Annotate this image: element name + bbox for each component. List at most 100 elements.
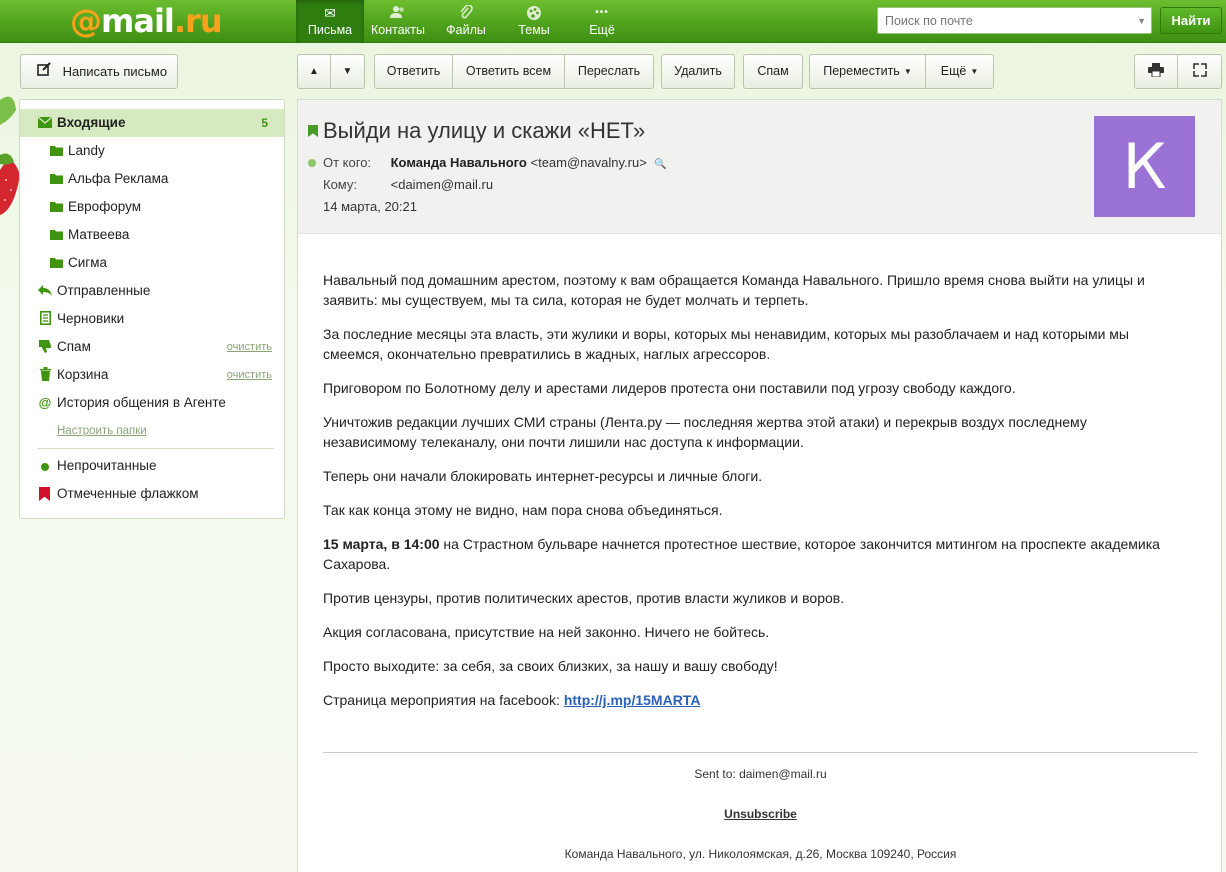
compose-button[interactable]: Написать письмо bbox=[20, 54, 178, 89]
contacts-icon bbox=[364, 5, 432, 21]
clean-spam-link[interactable]: очистить bbox=[227, 333, 272, 361]
body-paragraph: Просто выходите: за себя, за своих близк… bbox=[323, 658, 778, 674]
expand-icon bbox=[1192, 63, 1207, 77]
at-sign-icon: @ bbox=[38, 395, 52, 410]
sender-name[interactable]: Команда Навального bbox=[391, 155, 527, 170]
clean-trash-link[interactable]: очистить bbox=[227, 361, 272, 389]
envelope-icon: ✉ bbox=[324, 5, 336, 21]
palette-icon bbox=[500, 5, 568, 21]
reply-button[interactable]: Ответить bbox=[374, 54, 453, 89]
prev-message-button[interactable]: ▲ bbox=[297, 54, 331, 89]
folder-icon bbox=[48, 249, 64, 277]
folder-spam[interactable]: Спам очистить bbox=[20, 333, 284, 361]
body-paragraph: Навальный под домашним арестом, поэтому … bbox=[323, 272, 1145, 308]
pencil-icon bbox=[37, 55, 53, 88]
folder-icon bbox=[48, 165, 64, 193]
folder-icon bbox=[48, 221, 64, 249]
body-paragraph: За последние месяцы эта власть, эти жули… bbox=[323, 326, 1129, 362]
recipient-email[interactable]: <daimen@mail.ru bbox=[391, 177, 493, 192]
unread-count: 5 bbox=[261, 116, 268, 130]
move-button[interactable]: Переместить ▼ bbox=[809, 54, 926, 89]
facebook-paragraph: Страница мероприятия на facebook: http:/… bbox=[323, 692, 701, 708]
chevron-down-icon[interactable]: ▼ bbox=[1137, 16, 1146, 26]
message-date: 14 марта, 20:21 bbox=[323, 199, 417, 214]
flag-icon bbox=[39, 487, 50, 501]
to-row: Кому: <daimen@mail.ru bbox=[323, 177, 494, 192]
search-input[interactable] bbox=[878, 8, 1128, 33]
thumbs-down-icon bbox=[37, 333, 53, 361]
paperclip-icon bbox=[432, 4, 500, 21]
unsubscribe-link[interactable]: Unsubscribe bbox=[323, 807, 1198, 821]
folder-icon bbox=[48, 193, 64, 221]
nav-themes[interactable]: Темы bbox=[500, 0, 568, 43]
arrow-down-icon: ▼ bbox=[342, 66, 353, 77]
folder-agent-history[interactable]: @ История общения в Агенте bbox=[20, 389, 284, 417]
draft-icon bbox=[37, 305, 53, 333]
facebook-event-link[interactable]: http://j.mp/15MARTA bbox=[564, 692, 701, 708]
search-button[interactable]: Найти bbox=[1160, 7, 1222, 34]
more-actions-button[interactable]: Ещё ▼ bbox=[925, 54, 994, 89]
next-message-button[interactable]: ▼ bbox=[330, 54, 365, 89]
folder-list: Входящие 5 Landy Альфа Реклама Еврофорум… bbox=[19, 99, 285, 519]
folder-sent[interactable]: Отправленные bbox=[20, 277, 284, 305]
body-paragraph: Приговором по Болотному делу и арестами … bbox=[323, 380, 1016, 396]
delete-button[interactable]: Удалить bbox=[661, 54, 735, 89]
magnifier-icon[interactable]: 🔍 bbox=[654, 159, 666, 170]
footer-divider bbox=[323, 752, 1198, 753]
nav-letters[interactable]: ✉ Письма bbox=[296, 0, 364, 43]
folder-landy[interactable]: Landy bbox=[20, 137, 284, 165]
nav-contacts[interactable]: Контакты bbox=[364, 0, 432, 43]
fullscreen-button[interactable] bbox=[1177, 54, 1222, 89]
message-subject: Выйди на улицу и скажи «НЕТ» bbox=[323, 118, 646, 143]
body-paragraph: Уничтожив редакции лучших СМИ страны (Ле… bbox=[323, 414, 1087, 450]
folder-inbox[interactable]: Входящие 5 bbox=[20, 109, 284, 137]
folder-euroforum[interactable]: Еврофорум bbox=[20, 193, 284, 221]
filter-unread[interactable]: Непрочитанные bbox=[20, 452, 284, 480]
trash-icon bbox=[37, 361, 53, 389]
sender-address: Команда Навального, ул. Николоямская, д.… bbox=[564, 847, 957, 861]
message-toolbar: ▲ ▼ Ответить Ответить всем Переслать Уда… bbox=[297, 54, 1222, 89]
sender-email[interactable]: <team@navalny.ru> bbox=[530, 155, 646, 170]
top-bar: @mail.ru ✉ Письма Контакты Файлы Темы ••… bbox=[0, 0, 1226, 43]
folder-drafts[interactable]: Черновики bbox=[20, 305, 284, 333]
from-row: От кого: Команда Навального <team@navaln… bbox=[323, 155, 667, 170]
nav-more[interactable]: ••• Ещё bbox=[568, 0, 636, 43]
print-button[interactable] bbox=[1134, 54, 1178, 89]
mailru-logo[interactable]: @mail.ru bbox=[70, 2, 223, 40]
strawberry-decoration bbox=[0, 96, 20, 215]
sender-avatar: К bbox=[1094, 116, 1195, 217]
filter-flagged[interactable]: Отмеченные флажком bbox=[20, 480, 284, 508]
caret-down-icon: ▼ bbox=[903, 67, 912, 76]
spam-button[interactable]: Спам bbox=[743, 54, 803, 89]
folder-alfa-reklama[interactable]: Альфа Реклама bbox=[20, 165, 284, 193]
flag-icon[interactable] bbox=[308, 125, 318, 137]
reply-all-button[interactable]: Ответить всем bbox=[452, 54, 565, 89]
more-icon: ••• bbox=[595, 7, 609, 18]
main-nav: ✉ Письма Контакты Файлы Темы ••• Ещё bbox=[296, 0, 636, 43]
folder-trash[interactable]: Корзина очистить bbox=[20, 361, 284, 389]
reply-arrow-icon bbox=[37, 277, 53, 305]
unread-dot-icon bbox=[41, 463, 49, 471]
message-body: Навальный под домашним арестом, поэтому … bbox=[323, 270, 1183, 724]
divider bbox=[37, 448, 274, 449]
sent-to-note: Sent to: daimen@mail.ru bbox=[694, 767, 827, 781]
forward-button[interactable]: Переслать bbox=[564, 54, 654, 89]
message-header: Выйди на улицу и скажи «НЕТ» От кого: Ко… bbox=[298, 100, 1221, 234]
body-paragraph: Против цензуры, против политических арес… bbox=[323, 590, 845, 606]
folder-icon bbox=[48, 137, 64, 165]
body-paragraph: Акция согласована, присутствие на ней за… bbox=[323, 624, 770, 640]
caret-down-icon: ▼ bbox=[970, 67, 979, 76]
folder-sigma[interactable]: Сигма bbox=[20, 249, 284, 277]
event-paragraph: 15 марта, в 14:00 на Страстном бульваре … bbox=[323, 536, 1160, 572]
body-paragraph: Теперь они начали блокировать интернет-р… bbox=[323, 468, 763, 484]
arrow-up-icon: ▲ bbox=[309, 66, 319, 77]
search-box: ▼ bbox=[877, 7, 1152, 34]
body-paragraph: Так как конца этому не видно, нам пора с… bbox=[323, 502, 723, 518]
folder-matveeva[interactable]: Матвеева bbox=[20, 221, 284, 249]
configure-folders-link[interactable]: Настроить папки bbox=[20, 417, 284, 445]
nav-files[interactable]: Файлы bbox=[432, 0, 500, 43]
envelope-icon bbox=[37, 109, 53, 137]
read-status-dot-icon[interactable] bbox=[308, 159, 316, 167]
printer-icon bbox=[1148, 63, 1164, 78]
message-view: Выйди на улицу и скажи «НЕТ» От кого: Ко… bbox=[297, 99, 1222, 872]
